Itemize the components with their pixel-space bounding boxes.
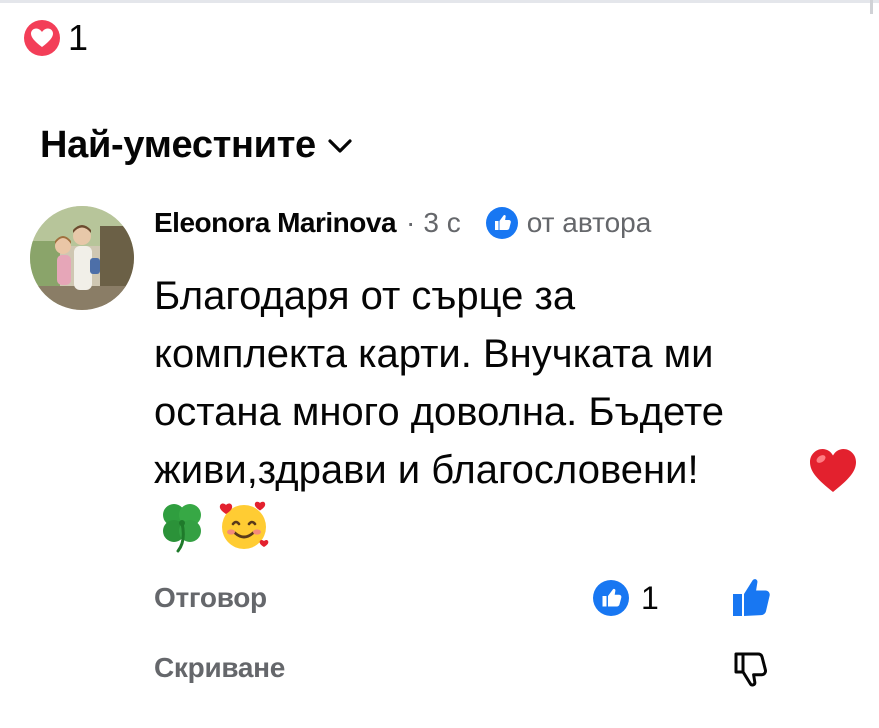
- top-divider: [0, 0, 879, 14]
- comment-meta: Eleonora Marinova · 3 с от автора: [154, 206, 651, 240]
- comment-emoji-row: [154, 497, 278, 553]
- sort-label: Най-уместните: [40, 124, 316, 166]
- author-badge: от автора: [485, 206, 652, 240]
- like-button-icon[interactable]: [728, 574, 774, 620]
- avatar-photo: [30, 206, 134, 310]
- comment-reaction-count: 1: [641, 579, 659, 616]
- four-leaf-clover-emoji: [163, 504, 201, 553]
- author-name[interactable]: Eleonora Marinova: [154, 207, 397, 239]
- like-reaction-icon: [593, 580, 629, 616]
- comment-text-line: комплекта карти. Внучката ми: [154, 332, 714, 376]
- reply-button[interactable]: Отговор: [154, 582, 267, 614]
- comment-text: Благодаря от сърце за комплекта карти. В…: [154, 267, 854, 499]
- comment-sort-dropdown[interactable]: Най-уместните: [40, 124, 352, 167]
- smiling-face-with-hearts-emoji: [219, 501, 269, 549]
- meta-separator: ·: [406, 207, 416, 238]
- divider-mark: [870, 0, 873, 14]
- author-badge-icon: [485, 207, 518, 239]
- comment-text-line: остана много доволна. Бъдете: [154, 390, 724, 434]
- post-reactions-summary[interactable]: 1: [22, 18, 88, 58]
- red-heart-emoji: [810, 449, 856, 492]
- comment-reactions[interactable]: 1: [591, 578, 659, 618]
- comment-text-line: живи,здрави и благословени!: [154, 448, 699, 492]
- chevron-down-icon: [328, 138, 352, 153]
- comment-timestamp[interactable]: 3 с: [423, 207, 460, 239]
- comment-text-line: Благодаря от сърце за: [154, 274, 576, 318]
- hide-button[interactable]: Скриване: [154, 652, 285, 684]
- author-badge-label: от автора: [526, 207, 652, 238]
- love-reaction-icon: [24, 20, 60, 56]
- dislike-button-icon[interactable]: [730, 648, 772, 692]
- reaction-count-text: 1: [68, 17, 89, 58]
- avatar[interactable]: [30, 206, 134, 310]
